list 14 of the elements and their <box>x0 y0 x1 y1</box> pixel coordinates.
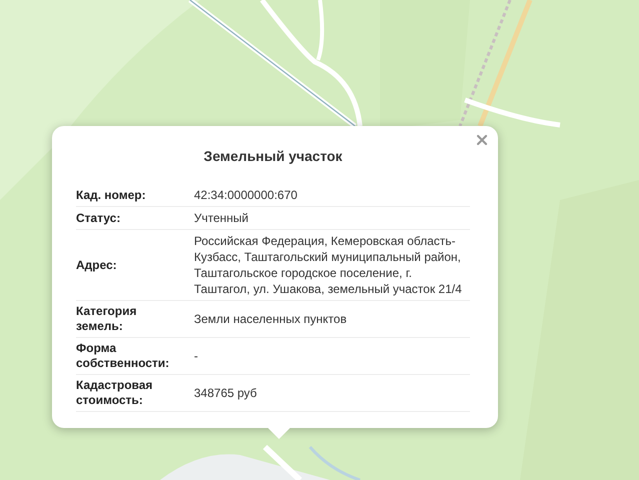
close-icon[interactable] <box>476 134 488 146</box>
field-label: Категория земель: <box>76 304 138 334</box>
field-value: Российская Федерация, Кемеровская область-Кузбасс, Таштагольский муниципальный район, Таштагольское городское поселение, г. Таштагол, ул. Ушакова, земельный участок 21/4 <box>194 233 463 297</box>
popup-title: Земельный участок <box>202 148 344 164</box>
field-value: Учтенный <box>194 210 250 226</box>
field-value: - <box>194 348 199 364</box>
field-label: Адрес: <box>76 258 118 272</box>
field-value: Земли населенных пунктов <box>194 311 348 327</box>
field-label: Кадастровая стоимость: <box>76 378 154 408</box>
field-value: 348765 руб <box>194 385 258 401</box>
field-label: Кад. номер: <box>76 188 147 202</box>
field-label: Форма собственности: <box>76 341 170 371</box>
field-value: 42:34:0000000:670 <box>194 187 298 203</box>
field-label: Статус: <box>76 210 122 226</box>
